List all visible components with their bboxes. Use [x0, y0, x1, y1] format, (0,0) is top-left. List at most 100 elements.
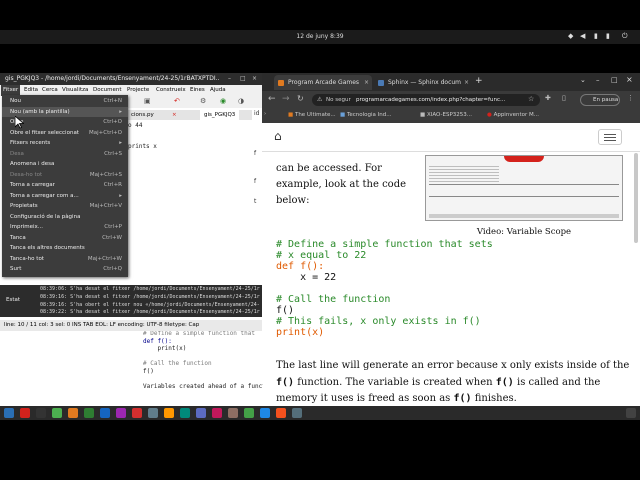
- app-icon[interactable]: [84, 408, 94, 418]
- menu-item-shortcut: Ctrl+R: [103, 182, 122, 188]
- network-icon[interactable]: ◆: [568, 32, 573, 40]
- menu-item-label: Fitxers recents: [10, 140, 51, 146]
- maximize-icon[interactable]: □: [611, 76, 618, 84]
- app-icon[interactable]: [52, 408, 62, 418]
- browser-tab-program-arcade[interactable]: Program Arcade Games ×: [274, 75, 372, 90]
- app-icon[interactable]: [276, 408, 286, 418]
- app-launcher-icon[interactable]: [4, 408, 14, 418]
- app-icon[interactable]: [196, 408, 206, 418]
- tab-gis[interactable]: gis_PGKJQ3: [200, 110, 240, 120]
- play-button-icon[interactable]: [504, 156, 544, 162]
- app-icon[interactable]: [100, 408, 110, 418]
- bookmark-item[interactable]: ■ Tecnologia Ind...: [340, 112, 392, 118]
- compile-icon[interactable]: ⚙: [200, 97, 206, 105]
- app-icon[interactable]: [148, 408, 158, 418]
- page-scrollbar[interactable]: [634, 153, 638, 243]
- volume-icon[interactable]: ◀: [580, 32, 585, 40]
- app-icon[interactable]: [244, 408, 254, 418]
- file-menu-item[interactable]: Desa-ho tot Maj+Ctrl+S: [2, 170, 128, 181]
- file-menu-item[interactable]: Anomena i desa: [2, 159, 128, 170]
- new-tab-button[interactable]: +: [475, 76, 483, 86]
- app-icon[interactable]: [260, 408, 270, 418]
- terminal-icon[interactable]: [36, 408, 46, 418]
- editor-code-area[interactable]: o 44 prints x: [128, 122, 252, 282]
- browser-toolbar: ← → ↻ ⚠ No segur programarcadegames.com/…: [262, 91, 640, 109]
- video-thumbnail[interactable]: [425, 155, 623, 221]
- app-icon[interactable]: [292, 408, 302, 418]
- close-window-icon[interactable]: ×: [626, 75, 633, 84]
- video-progress-track[interactable]: [429, 214, 619, 218]
- security-label[interactable]: No segur: [326, 97, 351, 103]
- color-picker-icon[interactable]: ◑: [238, 97, 244, 105]
- menu-eines[interactable]: Eines: [190, 85, 205, 96]
- close-tab-icon[interactable]: ×: [172, 110, 177, 120]
- url-text[interactable]: programarcadegames.com/index.php?chapter…: [356, 97, 526, 103]
- kebab-menu-icon[interactable]: ⋮: [627, 94, 634, 102]
- tab-list-icon[interactable]: ⌄: [580, 76, 586, 84]
- show-apps-icon[interactable]: [626, 408, 636, 418]
- file-menu-item[interactable]: Fitxers recents ▸: [2, 138, 128, 149]
- hamburger-menu-button[interactable]: [598, 129, 622, 145]
- minimize-icon[interactable]: –: [228, 73, 231, 85]
- save-icon[interactable]: ▣: [144, 97, 151, 105]
- bookmark-item[interactable]: ■ XIAO-ESP3253...: [420, 112, 472, 118]
- close-window-icon[interactable]: ×: [252, 73, 257, 85]
- file-menu-item[interactable]: Tanca els altres documents: [2, 243, 128, 254]
- undo-icon[interactable]: ↶: [174, 97, 180, 105]
- file-menu-item[interactable]: Obre el fitxer seleccionat Maj+Ctrl+O: [2, 128, 128, 139]
- back-icon[interactable]: ←: [268, 94, 276, 104]
- editor-statusbar: line: 10 / 11 col: 3 sel: 0 INS TAB EOL:…: [0, 320, 262, 331]
- close-tab-icon[interactable]: ×: [364, 75, 369, 90]
- file-menu-item[interactable]: Torna a carregar com a... ▸: [2, 191, 128, 202]
- maximize-icon[interactable]: □: [240, 73, 246, 85]
- home-icon[interactable]: ⌂: [274, 129, 282, 143]
- app-icon[interactable]: [132, 408, 142, 418]
- app-icon[interactable]: [180, 408, 190, 418]
- menu-projecte[interactable]: Projecte: [127, 85, 149, 96]
- app-icon[interactable]: [228, 408, 238, 418]
- reload-icon[interactable]: ↻: [297, 94, 304, 103]
- app-icon[interactable]: [20, 408, 30, 418]
- file-menu-item[interactable]: Torna a carregar Ctrl+R: [2, 180, 128, 191]
- file-menu-item[interactable]: Configuració de la pàgina: [2, 212, 128, 223]
- run-icon[interactable]: ◉: [220, 97, 226, 105]
- app-icon[interactable]: [68, 408, 78, 418]
- app-icon[interactable]: [164, 408, 174, 418]
- code-line: Variables created ahead of a functio: [143, 382, 263, 390]
- battery-icon[interactable]: ▮: [594, 32, 598, 40]
- minimize-icon[interactable]: –: [596, 76, 600, 84]
- file-menu-item[interactable]: Desa Ctrl+S: [2, 149, 128, 160]
- chevron-right-icon[interactable]: ›: [264, 111, 266, 117]
- tab-cions[interactable]: cions.py: [131, 110, 154, 120]
- browser-tab-sphinx[interactable]: Sphinx — Sphinx docum ×: [374, 75, 472, 90]
- file-menu-item[interactable]: Tanca Ctrl+W: [2, 233, 128, 244]
- bookmark-item[interactable]: ■ The Ultimate...: [288, 112, 336, 118]
- code-line: def f():: [143, 337, 172, 345]
- address-bar[interactable]: ⚠ No segur programarcadegames.com/index.…: [312, 94, 540, 106]
- sidepanel-icon[interactable]: ▯: [562, 94, 566, 102]
- file-menu-item[interactable]: Nou Ctrl+N: [2, 96, 128, 107]
- file-menu-item[interactable]: Imprimeix... Ctrl+P: [2, 222, 128, 233]
- clock[interactable]: 12 de juny 8:39: [0, 33, 640, 40]
- editor-code-lower[interactable]: # Define a simple function that def f(): …: [143, 330, 263, 406]
- tab-status[interactable]: Estat: [6, 297, 20, 303]
- warning-icon[interactable]: ⚠: [317, 96, 322, 103]
- battery-status-icon[interactable]: ▮: [606, 32, 610, 40]
- forward-icon[interactable]: →: [282, 94, 290, 104]
- paused-profile-button[interactable]: En pausa: [580, 94, 620, 106]
- extensions-icon[interactable]: ✚: [545, 94, 551, 102]
- file-menu-item[interactable]: Propietats Maj+Ctrl+V: [2, 201, 128, 212]
- file-menu-item[interactable]: Tanca-ho tot Maj+Ctrl+W: [2, 254, 128, 265]
- power-icon[interactable]: ⏻: [622, 32, 628, 41]
- file-menu-item[interactable]: Surt Ctrl+Q: [2, 264, 128, 275]
- app-icon[interactable]: [212, 408, 222, 418]
- bookmark-star-icon[interactable]: ☆: [528, 95, 534, 103]
- close-tab-icon[interactable]: ×: [464, 75, 469, 90]
- code-line: print(x): [276, 327, 325, 338]
- menu-ajuda[interactable]: Ajuda: [210, 85, 226, 96]
- bookmark-item[interactable]: ● Appinventor M...: [487, 112, 539, 118]
- video-divider: [429, 184, 619, 185]
- app-icon[interactable]: [116, 408, 126, 418]
- menu-construeix[interactable]: Construeix: [156, 85, 186, 96]
- mouse-cursor-icon: [15, 116, 24, 129]
